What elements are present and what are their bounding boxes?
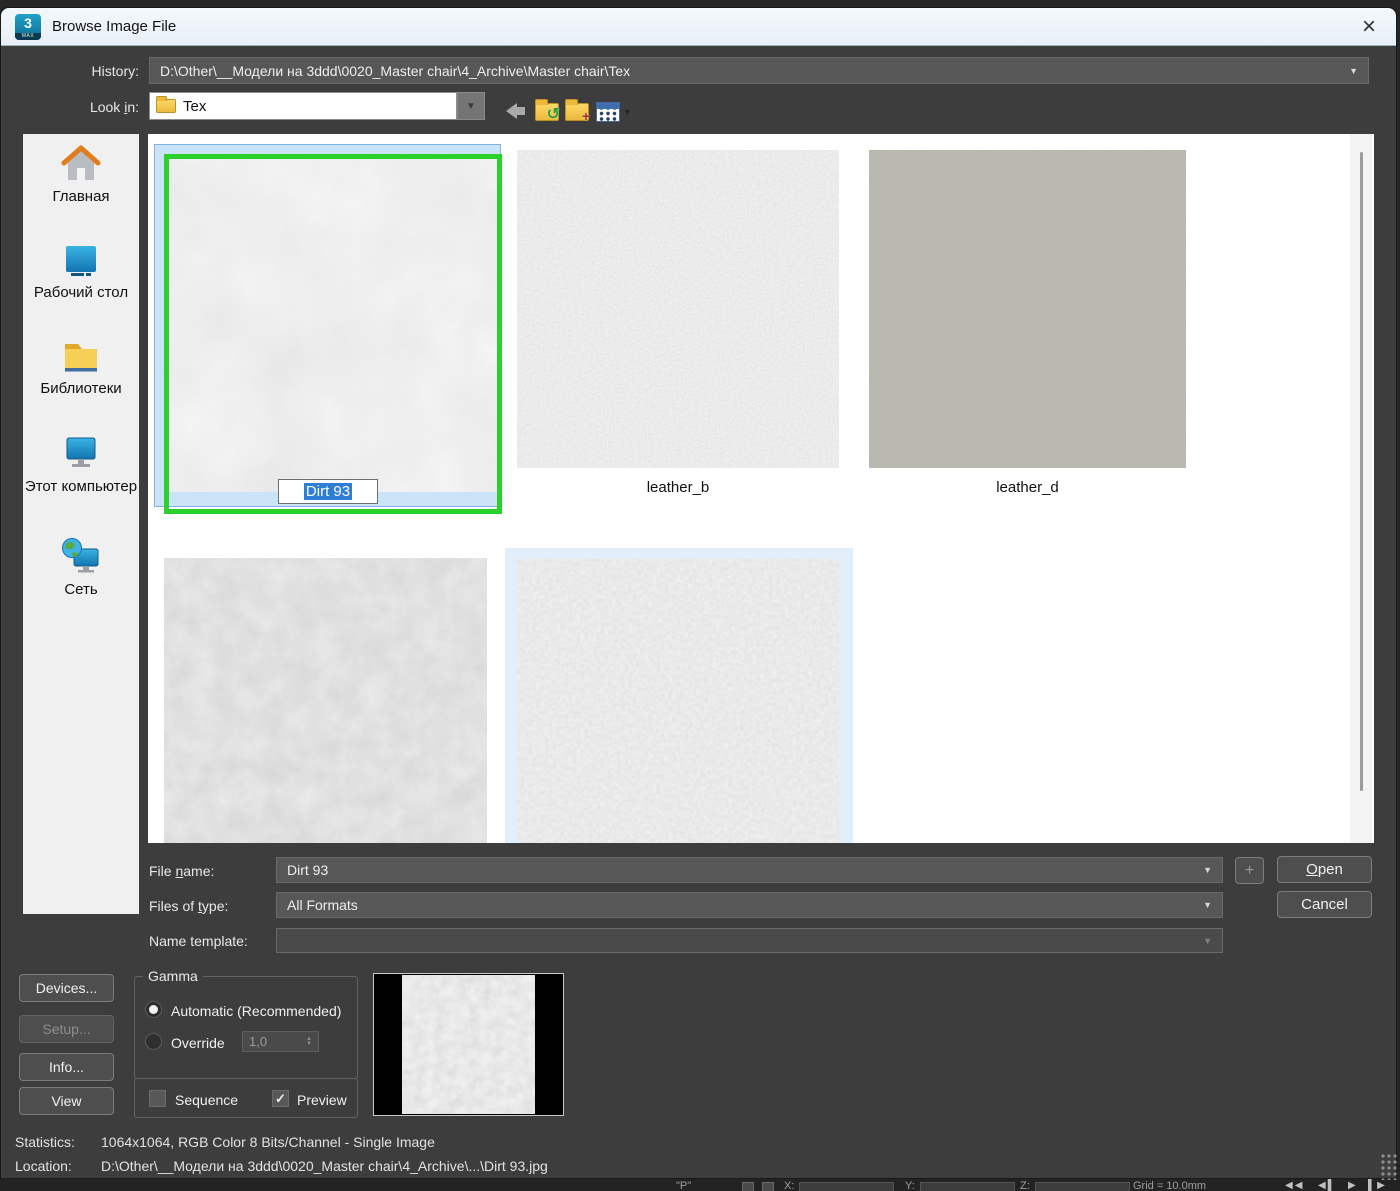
previous-frame-icon[interactable]: ◀▌ xyxy=(1318,1180,1337,1191)
setup-button[interactable]: Setup... xyxy=(19,1015,114,1043)
desktop-icon xyxy=(59,240,103,280)
libraries-folder-icon xyxy=(59,334,103,376)
3ds-max-app-icon: 3 MAX xyxy=(15,14,41,40)
chevron-down-icon: ▼ xyxy=(1203,865,1212,875)
chevron-down-icon: ▼ xyxy=(623,107,632,117)
sidebar-item-home[interactable]: Главная xyxy=(23,142,139,206)
screen: 3 MAX Browse Image File × History: D:\Ot… xyxy=(0,0,1400,1191)
look-in-value: Tex xyxy=(183,98,206,115)
chevron-down-icon: ▼ xyxy=(1349,66,1358,76)
home-icon xyxy=(59,142,103,184)
leatherd-thumbnail[interactable] xyxy=(869,150,1186,468)
leatherb-thumbnail[interactable] xyxy=(517,150,839,468)
file-name-label: File name: xyxy=(149,863,214,879)
texture-thumbnail[interactable] xyxy=(164,558,487,843)
cancel-button[interactable]: Cancel xyxy=(1277,891,1372,918)
x-coordinate-field[interactable] xyxy=(799,1182,894,1191)
sequence-checkbox[interactable] xyxy=(149,1090,166,1107)
app-statusbar-sliver: "P" X: Y: Z: Grid = 10.0mm ◀◀ ◀▌ ▶ ▌▶ xyxy=(0,1179,1400,1191)
create-new-folder-button[interactable]: + xyxy=(565,103,589,121)
this-pc-icon xyxy=(59,432,103,474)
files-of-type-dropdown[interactable]: All Formats ▼ xyxy=(276,892,1223,918)
files-of-type-label: Files of type: xyxy=(149,898,228,914)
gamma-automatic-label: Automatic (Recommended) xyxy=(171,1003,341,1019)
play-icon[interactable]: ▶ xyxy=(1348,1180,1358,1191)
chevron-down-icon: ▼ xyxy=(1203,936,1212,946)
browse-image-file-dialog: 3 MAX Browse Image File × History: D:\Ot… xyxy=(0,7,1397,1179)
back-button[interactable] xyxy=(506,103,525,119)
gamma-override-spinner[interactable]: 1,0 ▲▼ xyxy=(242,1031,319,1052)
file-name-dropdown[interactable]: Dirt 93 ▼ xyxy=(276,857,1223,883)
places-sidebar: Главная Рабочий стол Библиотеки xyxy=(23,134,139,914)
gamma-override-radio[interactable] xyxy=(145,1033,162,1050)
go-to-start-icon[interactable]: ◀◀ xyxy=(1285,1180,1304,1191)
location-value: D:\Other\__Модели на 3ddd\0020_Master ch… xyxy=(101,1158,548,1174)
back-arrow-icon xyxy=(506,103,517,119)
z-coordinate-label: Z: xyxy=(1020,1180,1030,1191)
location-label: Location: xyxy=(15,1158,72,1174)
view-grid-icon xyxy=(596,102,620,122)
file-name-value: Dirt 93 xyxy=(287,862,328,878)
gamma-group: Gamma Automatic (Recommended) Override 1… xyxy=(134,976,358,1079)
devices-button[interactable]: Devices... xyxy=(19,974,114,1002)
sidebar-item-libraries[interactable]: Библиотеки xyxy=(23,334,139,398)
view-button[interactable]: View xyxy=(19,1087,114,1115)
name-template-dropdown[interactable]: ▼ xyxy=(276,928,1223,953)
preview-checkbox[interactable]: ✓ xyxy=(272,1090,289,1107)
file-item-label[interactable]: leather_b xyxy=(517,479,839,496)
sidebar-item-desktop[interactable]: Рабочий стол xyxy=(23,240,139,302)
close-icon[interactable]: × xyxy=(1356,17,1382,37)
chevron-down-icon: ▼ xyxy=(1203,900,1212,910)
name-template-label: Name template: xyxy=(149,933,248,949)
chevron-down-icon: ▼ xyxy=(466,101,476,112)
folder-icon xyxy=(156,99,176,113)
file-item-label[interactable]: leather_d xyxy=(869,479,1186,496)
scrollbar-thumb[interactable] xyxy=(1360,152,1363,791)
x-coordinate-label: X: xyxy=(784,1180,794,1191)
folder-up-icon: ↺ xyxy=(535,103,559,121)
go-to-last-folder-button[interactable]: ↺ xyxy=(535,103,559,121)
grid-spacing-label: Grid = 10.0mm xyxy=(1133,1180,1206,1191)
gamma-group-title: Gamma xyxy=(143,968,203,984)
selection-highlight-annotation xyxy=(164,154,502,514)
next-frame-icon[interactable]: ▌▶ xyxy=(1368,1180,1387,1191)
gamma-override-label: Override xyxy=(171,1035,225,1051)
preview-image xyxy=(373,973,564,1116)
z-coordinate-field[interactable] xyxy=(1035,1182,1130,1191)
lock-icon xyxy=(742,1182,754,1191)
dialog-title: Browse Image File xyxy=(52,18,176,35)
view-menu-button[interactable]: ▼ xyxy=(596,102,632,122)
history-path: D:\Other\__Модели на 3ddd\0020_Master ch… xyxy=(160,63,630,79)
history-dropdown[interactable]: D:\Other\__Модели на 3ddd\0020_Master ch… xyxy=(149,57,1369,84)
preview-texture xyxy=(402,975,535,1114)
title-bar[interactable]: 3 MAX Browse Image File × xyxy=(1,8,1396,46)
gamma-automatic-radio[interactable] xyxy=(145,1001,162,1018)
window-resize-grip[interactable] xyxy=(1381,1154,1398,1180)
spinner-arrows-icon[interactable]: ▲▼ xyxy=(306,1037,312,1047)
y-coordinate-label: Y: xyxy=(905,1180,915,1191)
y-coordinate-field[interactable] xyxy=(920,1182,1015,1191)
history-label: History: xyxy=(61,63,139,79)
statistics-label: Statistics: xyxy=(15,1134,75,1150)
info-button[interactable]: Info... xyxy=(19,1053,114,1081)
angle-snap-icon xyxy=(762,1182,774,1191)
network-icon xyxy=(59,537,103,577)
files-of-type-value: All Formats xyxy=(287,897,358,913)
new-folder-icon: + xyxy=(565,103,589,121)
add-button[interactable]: + xyxy=(1235,857,1264,884)
sidebar-item-network[interactable]: Сеть xyxy=(23,537,139,599)
sidebar-item-this-pc[interactable]: Этот компьютер xyxy=(23,432,139,496)
statusbar-fragment: "P" xyxy=(676,1180,691,1191)
open-button[interactable]: Open xyxy=(1277,856,1372,883)
texture-thumbnail[interactable] xyxy=(517,559,839,843)
scrollbar[interactable] xyxy=(1350,134,1372,843)
sequence-label: Sequence xyxy=(175,1092,238,1108)
look-in-label: Look in: xyxy=(61,99,139,115)
look-in-combobox[interactable]: Tex xyxy=(149,92,457,120)
look-in-dropdown-button[interactable]: ▼ xyxy=(457,92,485,120)
gamma-override-value: 1,0 xyxy=(249,1034,267,1049)
statistics-value: 1064x1064, RGB Color 8 Bits/Channel - Si… xyxy=(101,1134,435,1150)
preview-label: Preview xyxy=(297,1092,347,1108)
options-group: Sequence ✓ Preview xyxy=(134,1078,358,1118)
